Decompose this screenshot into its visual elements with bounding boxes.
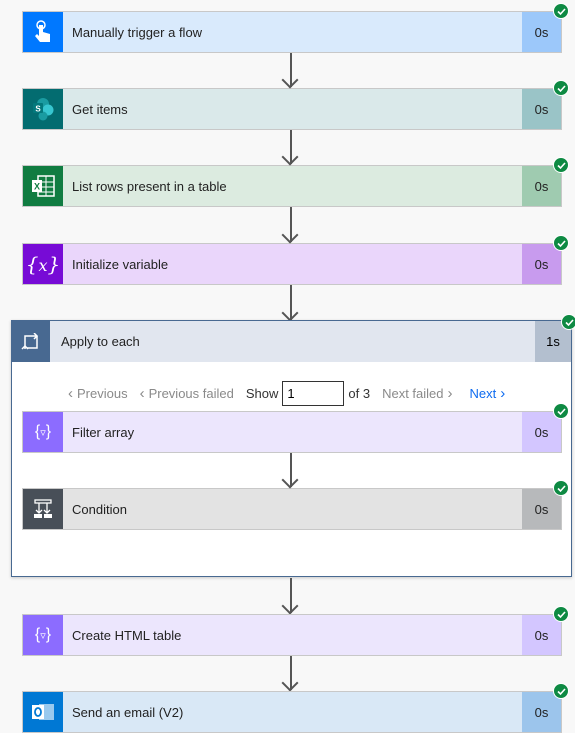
chevron-right-icon: › <box>447 385 453 402</box>
next-failed-button[interactable]: Next failed › <box>382 385 452 402</box>
action-title: Manually trigger a flow <box>72 24 203 40</box>
variable-icon: {x} <box>23 244 63 284</box>
duration: 0s <box>522 692 561 732</box>
connector-arrow <box>290 130 292 164</box>
connector-arrow <box>290 578 292 613</box>
success-check-icon <box>553 235 569 251</box>
scope-header[interactable]: Apply to each 1s <box>12 321 571 362</box>
duration: 0s <box>522 615 561 655</box>
apply-to-each-scope[interactable]: Apply to each 1s ‹ Previous ‹ Previous fai… <box>11 314 575 577</box>
action-title: Get items <box>72 101 128 117</box>
success-check-icon <box>553 80 569 96</box>
scope-title: Apply to each <box>61 334 140 349</box>
previous-button[interactable]: ‹ Previous <box>68 385 128 402</box>
filter-icon: {▿} <box>23 412 63 452</box>
success-check-icon <box>553 403 569 419</box>
duration: 0s <box>522 412 561 452</box>
action-card[interactable]: Manually trigger a flow 0s <box>22 3 569 53</box>
action-card[interactable]: S Get items 0s <box>22 80 569 130</box>
action-title: Initialize variable <box>72 256 169 272</box>
duration: 0s <box>522 12 561 52</box>
filter-icon: {▿} <box>23 615 63 655</box>
connector-arrow <box>290 207 292 242</box>
chevron-right-icon: › <box>500 385 506 402</box>
iteration-total: of 3 <box>348 386 371 401</box>
duration: 0s <box>522 244 561 284</box>
next-button[interactable]: Next › <box>470 385 506 402</box>
excel-icon: X <box>23 166 63 206</box>
loop-icon <box>12 321 50 362</box>
outlook-icon <box>23 692 63 732</box>
action-card[interactable]: {▿} Filter array 0s <box>22 403 569 453</box>
sharepoint-icon: S <box>23 89 63 129</box>
duration: 0s <box>522 489 561 529</box>
action-title: Create HTML table <box>72 627 182 643</box>
previous-failed-button[interactable]: ‹ Previous failed <box>140 385 234 402</box>
success-check-icon <box>553 480 569 496</box>
chevron-left-icon: ‹ <box>139 385 145 402</box>
action-card[interactable]: X List rows present in a table 0s <box>22 157 569 207</box>
success-check-icon <box>553 3 569 19</box>
action-card[interactable]: Send an email (V2) 0s <box>22 683 569 733</box>
success-check-icon <box>553 683 569 699</box>
action-card[interactable]: {▿} Create HTML table 0s <box>22 606 569 656</box>
touch-icon <box>23 12 63 52</box>
action-card[interactable]: {x} Initialize variable 0s <box>22 235 569 285</box>
action-title: Filter array <box>72 424 135 440</box>
action-title: Send an email (V2) <box>72 704 184 720</box>
action-card[interactable]: Condition 0s <box>22 480 569 530</box>
action-title: Condition <box>72 501 127 517</box>
connector-arrow <box>290 285 292 320</box>
success-check-icon <box>553 606 569 622</box>
duration: 0s <box>522 166 561 206</box>
connector-arrow <box>290 453 292 487</box>
success-check-icon <box>561 314 575 330</box>
connector-arrow <box>290 656 292 690</box>
action-title: List rows present in a table <box>72 178 227 194</box>
duration: 0s <box>522 89 561 129</box>
chevron-left-icon: ‹ <box>68 385 73 402</box>
condition-icon <box>23 489 63 529</box>
iteration-input[interactable] <box>282 381 345 406</box>
show-label: Show <box>245 386 279 401</box>
svg-text:X: X <box>34 182 40 192</box>
iteration-pager: ‹Previous ‹Previous failed Show of 3 Nex… <box>68 381 505 406</box>
connector-arrow <box>290 53 292 87</box>
success-check-icon <box>553 157 569 173</box>
svg-text:S: S <box>35 105 41 114</box>
